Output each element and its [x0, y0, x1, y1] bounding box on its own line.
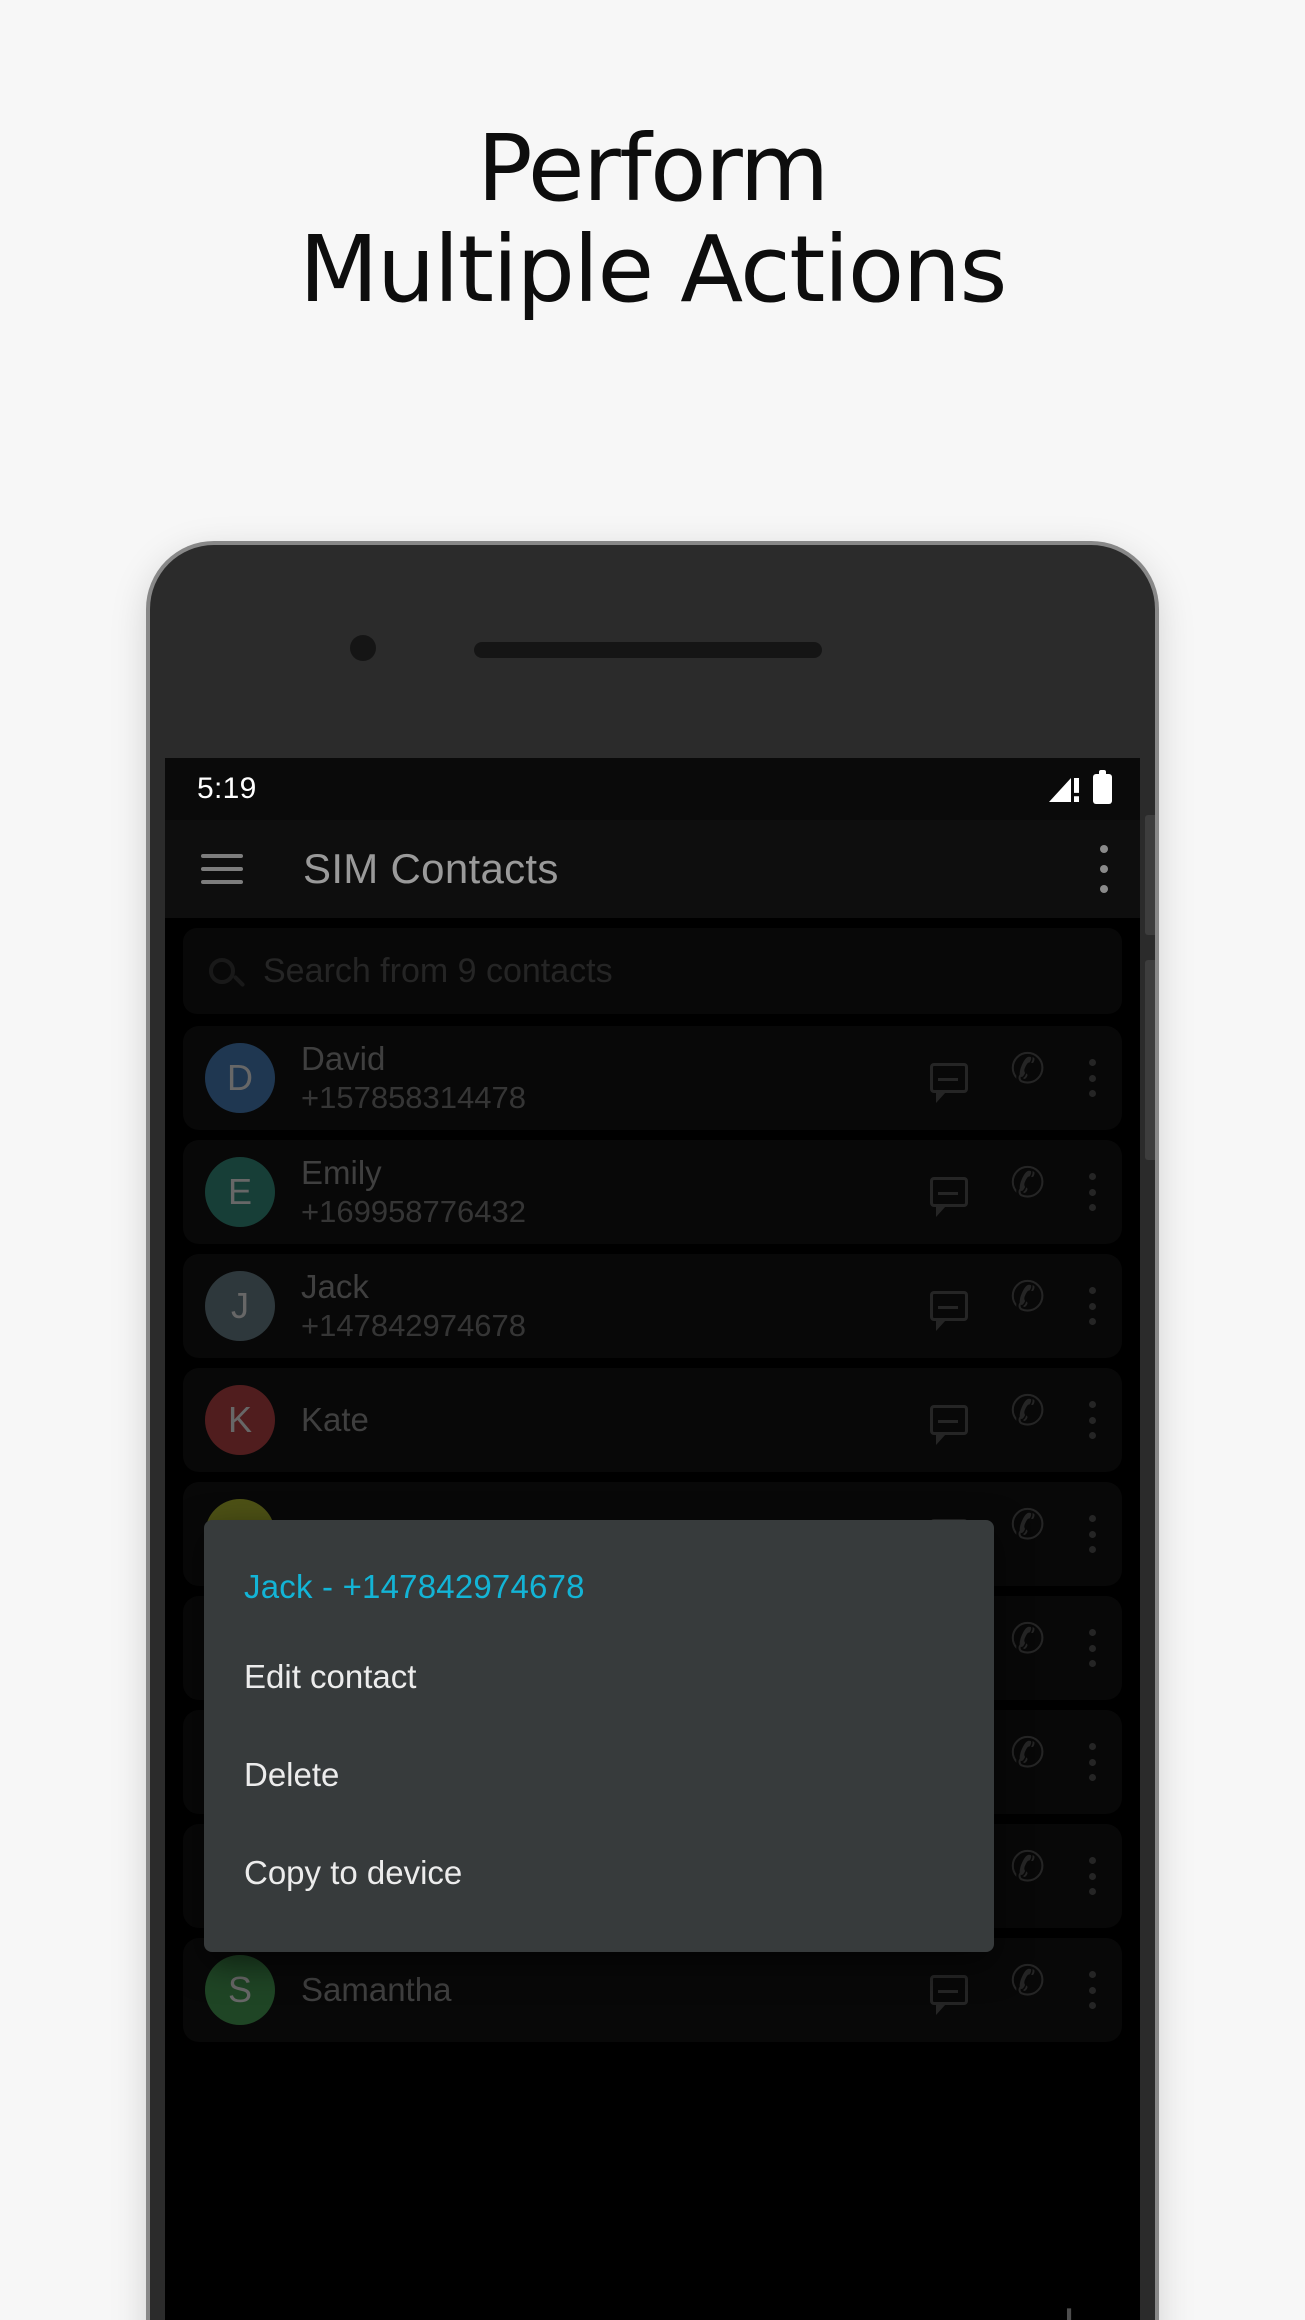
promo-screenshot: Perform Multiple Actions 5:19 SIM Contac…	[0, 0, 1305, 2320]
dialog-item-delete[interactable]: Delete	[244, 1756, 954, 1794]
front-camera-icon	[350, 635, 376, 661]
status-time: 5:19	[197, 772, 257, 805]
app-bar-title: SIM Contacts	[303, 845, 559, 892]
phone-mockup: 5:19 SIM Contacts ✆ ✆ ✆ ✆ ✆ ✆ ✆ ✆ ✆ Jack…	[150, 545, 1155, 2320]
signal-no-service-icon	[1049, 776, 1079, 802]
headline-line-2: Multiple Actions	[299, 216, 1007, 324]
dialog-item-edit-contact[interactable]: Edit contact	[244, 1658, 954, 1696]
battery-full-icon	[1093, 770, 1112, 804]
hamburger-menu-icon[interactable]	[201, 854, 243, 884]
volume-button[interactable]	[1145, 960, 1155, 1160]
kebab-menu-icon[interactable]	[1098, 845, 1110, 893]
contacts-list: Search from 9 contacts DDavid+1578583144…	[165, 928, 1140, 2320]
power-button[interactable]	[1145, 815, 1155, 935]
page-title: Perform Multiple Actions	[0, 118, 1305, 320]
dialog-title: Jack - +147842974678	[244, 1568, 585, 1605]
phone-screen: 5:19 SIM Contacts ✆ ✆ ✆ ✆ ✆ ✆ ✆ ✆ ✆ Jack…	[165, 758, 1140, 2320]
headline-line-1: Perform	[477, 115, 829, 222]
status-bar: 5:19	[165, 758, 1140, 820]
contact-actions-dialog: Jack - +147842974678 Edit contact Delete…	[204, 1520, 994, 1952]
app-bar: SIM Contacts	[165, 820, 1140, 918]
status-icons	[1049, 770, 1112, 804]
dialog-item-copy-to-device[interactable]: Copy to device	[244, 1854, 954, 1892]
earpiece-speaker	[474, 642, 822, 658]
